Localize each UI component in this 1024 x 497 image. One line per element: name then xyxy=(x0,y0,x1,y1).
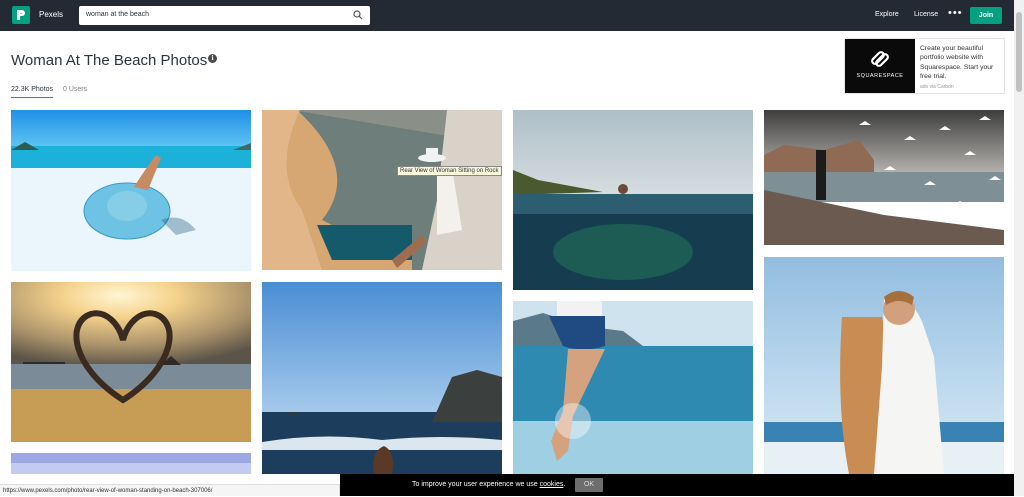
photo-tooltip: Rear View of Woman Sitting on Rock xyxy=(397,166,502,176)
nav-license-link[interactable]: License xyxy=(914,11,938,18)
photo-sea-cliff[interactable] xyxy=(262,282,502,474)
cookie-banner: To improve your user experience we use c… xyxy=(340,474,1014,496)
search-input[interactable]: woman at the beach xyxy=(79,6,370,25)
photo-legs-splash[interactable] xyxy=(513,301,753,474)
scrollbar-thumb[interactable] xyxy=(1016,12,1022,92)
photo-swimmer-horizon[interactable] xyxy=(513,110,753,290)
tab-photos[interactable]: 22.3K Photos xyxy=(11,86,54,98)
tab-users[interactable]: 0 Users xyxy=(63,86,87,93)
status-url-bar: https://www.pexels.com/photo/rear-view-o… xyxy=(0,484,340,496)
page-scrollbar[interactable] xyxy=(1014,0,1024,496)
pexels-logo-icon[interactable] xyxy=(12,6,30,24)
nav-explore-link[interactable]: Explore xyxy=(875,11,899,18)
search-icon[interactable] xyxy=(353,10,363,20)
cookie-ok-button[interactable]: OK xyxy=(575,478,603,492)
search-input-value[interactable]: woman at the beach xyxy=(86,11,149,18)
photo-woman-sitting-rock[interactable] xyxy=(262,110,502,270)
top-navbar: Pexels woman at the beach Explore Licens… xyxy=(0,0,1014,31)
more-menu-icon[interactable]: ••• xyxy=(948,7,963,19)
photo-man-seagulls[interactable] xyxy=(764,110,1004,245)
ad-logo-text: SQUARESPACE xyxy=(856,73,904,79)
info-icon[interactable]: i xyxy=(208,54,217,63)
page-title: Woman At The Beach Photos xyxy=(11,52,208,69)
brand-name[interactable]: Pexels xyxy=(39,10,63,19)
carbon-ad[interactable]: SQUARESPACE Create your beautiful portfo… xyxy=(844,38,1005,94)
cookie-text-label: To improve your user experience we use xyxy=(412,481,538,488)
join-button[interactable]: Join xyxy=(970,7,1002,24)
photo-sky-partial[interactable] xyxy=(11,453,251,474)
ad-via-link[interactable]: ads via Carbon xyxy=(920,84,954,90)
cookie-text: To improve your user experience we use c… xyxy=(412,481,565,488)
squarespace-logo-icon xyxy=(871,51,889,67)
squarespace-logo[interactable]: SQUARESPACE xyxy=(845,39,915,93)
ad-text[interactable]: Create your beautiful portfolio website … xyxy=(920,44,1002,82)
cookies-link[interactable]: cookies xyxy=(540,481,564,488)
cookie-text-suffix: . xyxy=(563,481,566,488)
photo-woman-lying-hat[interactable] xyxy=(11,110,251,271)
photo-heart-silhouette[interactable] xyxy=(11,282,251,442)
photo-couple-embrace[interactable] xyxy=(764,257,1004,474)
